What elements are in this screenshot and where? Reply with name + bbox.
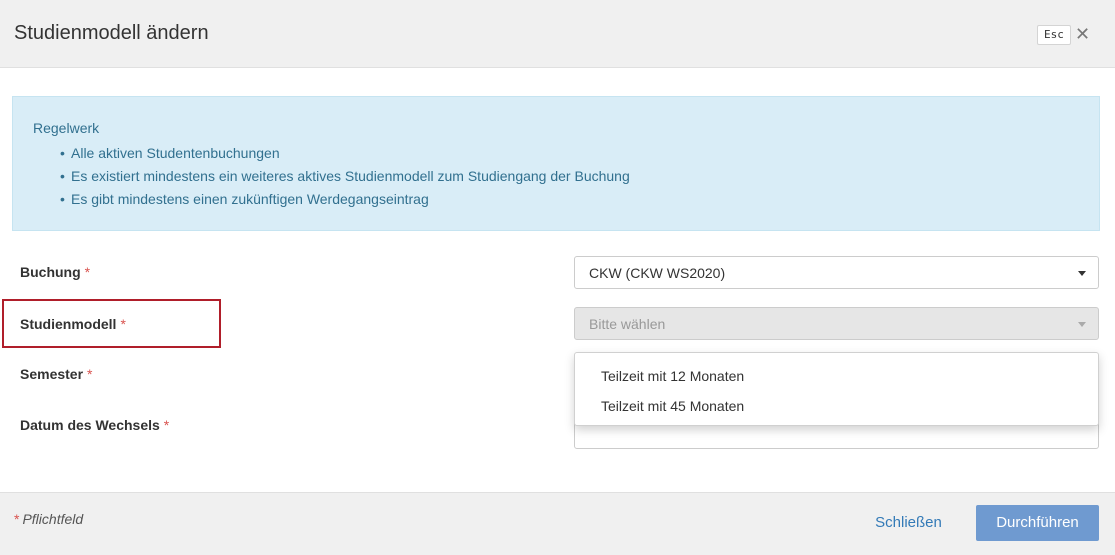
datum-label-text: Datum des Wechsels bbox=[20, 417, 160, 433]
buchung-select[interactable]: CKW (CKW WS2020) bbox=[574, 256, 1099, 289]
dropdown-option[interactable]: Teilzeit mit 45 Monaten bbox=[601, 398, 744, 414]
dropdown-option[interactable]: Teilzeit mit 12 Monaten bbox=[601, 368, 744, 384]
caret-down-icon bbox=[1078, 322, 1086, 327]
modal-footer: * Pflichtfeld Schließen Durchführen bbox=[0, 492, 1115, 555]
list-item: Es gibt mindestens einen zukünftigen Wer… bbox=[60, 188, 630, 211]
semester-label: Semester * bbox=[20, 366, 93, 382]
change-study-model-modal: Studienmodell ändern Esc ✕ Regelwerk All… bbox=[0, 0, 1115, 555]
close-button[interactable]: Schließen bbox=[861, 505, 956, 541]
buchung-label-text: Buchung bbox=[20, 264, 81, 280]
esc-key-hint: Esc bbox=[1037, 25, 1071, 45]
close-icon[interactable]: ✕ bbox=[1075, 22, 1090, 46]
alert-title: Regelwerk bbox=[33, 120, 100, 136]
rules-list: Alle aktiven Studentenbuchungen Es exist… bbox=[60, 142, 630, 211]
required-marker: * bbox=[163, 417, 170, 433]
rules-info-alert: Regelwerk Alle aktiven Studentenbuchunge… bbox=[12, 96, 1100, 231]
list-item: Alle aktiven Studentenbuchungen bbox=[60, 142, 630, 165]
required-field-note: * Pflichtfeld bbox=[14, 511, 83, 527]
required-marker: * bbox=[87, 366, 93, 382]
required-note-text: Pflichtfeld bbox=[22, 511, 84, 527]
required-star: * bbox=[14, 511, 20, 527]
caret-down-icon bbox=[1078, 271, 1086, 276]
modal-header: Studienmodell ändern Esc ✕ bbox=[0, 0, 1115, 68]
studienmodell-select[interactable]: Bitte wählen bbox=[574, 307, 1099, 340]
semester-label-text: Semester bbox=[20, 366, 84, 382]
studienmodell-dropdown-menu: Teilzeit mit 12 Monaten Teilzeit mit 45 … bbox=[574, 352, 1099, 426]
buchung-label: Buchung * bbox=[20, 264, 90, 280]
required-marker: * bbox=[84, 264, 91, 280]
submit-button[interactable]: Durchführen bbox=[976, 505, 1099, 541]
buchung-select-value: CKW (CKW WS2020) bbox=[589, 265, 726, 281]
studienmodell-label-text: Studienmodell bbox=[20, 316, 117, 332]
modal-title: Studienmodell ändern bbox=[14, 22, 209, 44]
studienmodell-label: Studienmodell * bbox=[20, 316, 126, 332]
datum-label: Datum des Wechsels * bbox=[20, 417, 169, 433]
studienmodell-select-placeholder: Bitte wählen bbox=[589, 316, 666, 332]
required-marker: * bbox=[120, 316, 126, 332]
list-item: Es existiert mindestens ein weiteres akt… bbox=[60, 165, 630, 188]
